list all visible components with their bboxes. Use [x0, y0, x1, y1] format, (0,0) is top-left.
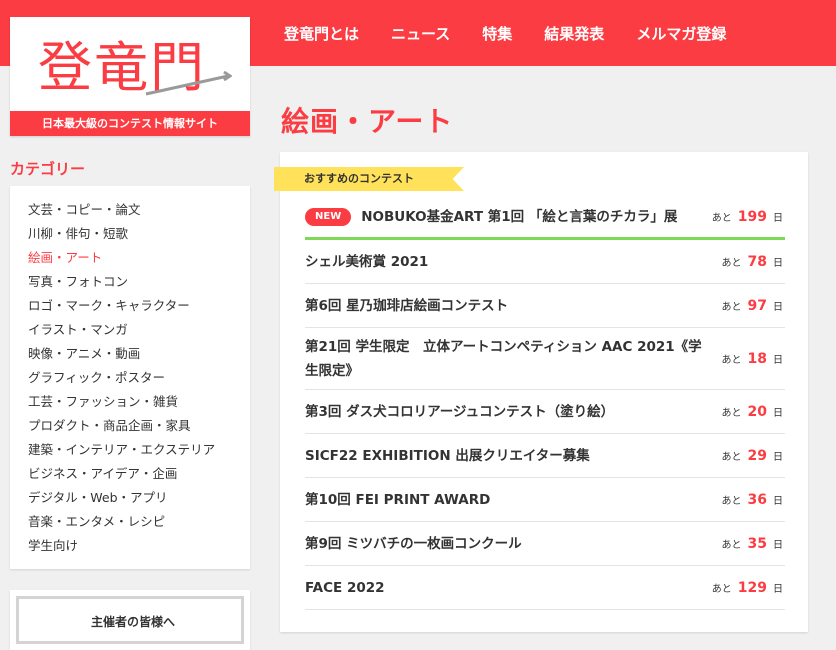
svg-text:登竜門: 登竜門: [38, 36, 206, 99]
contest-row[interactable]: FACE 2022 あと 129 日: [305, 566, 785, 610]
nav-item-newsletter[interactable]: メルマガ登録: [620, 23, 742, 44]
category-heading: カテゴリー: [10, 160, 86, 178]
days-remaining: あと 20 日: [721, 390, 785, 433]
contest-title-text: FACE 2022: [305, 579, 385, 596]
days-prefix: あと: [721, 258, 742, 269]
days-count: 78: [747, 253, 767, 270]
site-tagline: 日本最大級のコンテスト情報サイト: [10, 111, 250, 136]
category-list: 文芸・コピー・論文 川柳・俳句・短歌 絵画・アート 写真・フォトコン ロゴ・マーク・キャ…: [10, 186, 250, 558]
category-item[interactable]: 建築・インテリア・エクステリア: [28, 438, 250, 462]
days-remaining: あと 29 日: [721, 434, 785, 477]
nav-item-news[interactable]: ニュース: [375, 23, 466, 44]
recommended-ribbon: おすすめのコンテスト: [274, 167, 464, 191]
days-count: 199: [737, 208, 767, 225]
contest-title[interactable]: FACE 2022: [305, 576, 705, 600]
contest-row[interactable]: 第9回 ミツバチの一枚画コンクール あと 35 日: [305, 522, 785, 566]
contest-title-text: 第6回 星乃珈琲店絵画コンテスト: [305, 297, 509, 314]
category-item[interactable]: 工芸・ファッション・雑貨: [28, 390, 250, 414]
contest-title[interactable]: NEW NOBUKO基金ART 第1回 「絵と言葉のチカラ」展: [305, 205, 705, 229]
days-suffix: 日: [773, 302, 783, 313]
days-count: 97: [747, 297, 767, 314]
category-item[interactable]: グラフィック・ポスター: [28, 366, 250, 390]
days-remaining: あと 36 日: [721, 478, 785, 521]
contest-title-text: SICF22 EXHIBITION 出展クリエイター募集: [305, 447, 590, 464]
category-item[interactable]: 絵画・アート: [28, 246, 250, 270]
contest-title[interactable]: SICF22 EXHIBITION 出展クリエイター募集: [305, 444, 705, 468]
logo-mark-icon: 登竜門: [36, 32, 232, 100]
contest-title[interactable]: 第21回 学生限定 立体アートコンペティション AAC 2021《学生限定》: [305, 335, 705, 383]
days-prefix: あと: [721, 355, 742, 366]
category-item[interactable]: 川柳・俳句・短歌: [28, 222, 250, 246]
contest-title-text: 第9回 ミツバチの一枚画コンクール: [305, 535, 522, 552]
contest-title[interactable]: シェル美術賞 2021: [305, 250, 705, 274]
category-item[interactable]: イラスト・マンガ: [28, 318, 250, 342]
contest-title[interactable]: 第9回 ミツバチの一枚画コンクール: [305, 532, 705, 556]
page-title: 絵画・アート: [281, 105, 454, 138]
contest-row[interactable]: 第6回 星乃珈琲店絵画コンテスト あと 97 日: [305, 284, 785, 328]
contest-title-text: シェル美術賞 2021: [305, 253, 429, 270]
days-prefix: あと: [721, 408, 742, 419]
contest-list: NEW NOBUKO基金ART 第1回 「絵と言葉のチカラ」展 あと 199 日シェル美…: [305, 196, 785, 610]
contest-row[interactable]: SICF22 EXHIBITION 出展クリエイター募集 あと 29 日: [305, 434, 785, 478]
category-item[interactable]: 映像・アニメ・動画: [28, 342, 250, 366]
days-prefix: あと: [721, 540, 742, 551]
days-count: 29: [747, 447, 767, 464]
days-suffix: 日: [773, 540, 783, 551]
contest-title[interactable]: 第6回 星乃珈琲店絵画コンテスト: [305, 294, 705, 318]
organizer-link[interactable]: 主催者の皆様へ: [19, 613, 247, 630]
days-prefix: あと: [711, 584, 732, 595]
category-item[interactable]: 音楽・エンタメ・レシピ: [28, 510, 250, 534]
category-item[interactable]: 学生向け: [28, 534, 250, 558]
nav-item-results[interactable]: 結果発表: [528, 23, 620, 44]
days-prefix: あと: [721, 452, 742, 463]
organizer-frame: 主催者の皆様へ: [16, 596, 244, 644]
contest-title-text: 第10回 FEI PRINT AWARD: [305, 491, 491, 508]
days-remaining: あと 97 日: [721, 284, 785, 327]
days-count: 36: [747, 491, 767, 508]
days-remaining: あと 129 日: [712, 566, 785, 609]
days-suffix: 日: [773, 258, 783, 269]
contest-title-text: NOBUKO基金ART 第1回 「絵と言葉のチカラ」展: [361, 208, 678, 225]
category-panel: 文芸・コピー・論文 川柳・俳句・短歌 絵画・アート 写真・フォトコン ロゴ・マーク・キャ…: [10, 186, 250, 569]
organizer-panel[interactable]: 主催者の皆様へ: [10, 590, 250, 650]
days-count: 20: [747, 403, 767, 420]
category-item[interactable]: ビジネス・アイデア・企画: [28, 462, 250, 486]
days-remaining: あと 78 日: [721, 240, 785, 283]
category-item[interactable]: プロダクト・商品企画・家具: [28, 414, 250, 438]
site-logo[interactable]: 登竜門 日本最大級のコンテスト情報サイト: [10, 17, 250, 136]
category-item[interactable]: 写真・フォトコン: [28, 270, 250, 294]
days-prefix: あと: [711, 213, 732, 224]
nav-item-about[interactable]: 登竜門とは: [268, 23, 375, 44]
days-remaining: あと 35 日: [721, 522, 785, 565]
main-nav: 登竜門とは ニュース 特集 結果発表 メルマガ登録: [268, 0, 742, 66]
contest-title-text: 第21回 学生限定 立体アートコンペティション AAC 2021《学生限定》: [305, 338, 702, 379]
days-suffix: 日: [773, 213, 783, 224]
category-item[interactable]: デジタル・Web・アプリ: [28, 486, 250, 510]
category-item[interactable]: 文芸・コピー・論文: [28, 198, 250, 222]
days-remaining: あと 199 日: [712, 196, 785, 237]
days-suffix: 日: [773, 496, 783, 507]
contest-row[interactable]: 第3回 ダス犬コロリアージュコンテスト（塗り絵） あと 20 日: [305, 390, 785, 434]
contest-title[interactable]: 第10回 FEI PRINT AWARD: [305, 488, 705, 512]
contest-title[interactable]: 第3回 ダス犬コロリアージュコンテスト（塗り絵）: [305, 400, 705, 424]
new-badge: NEW: [305, 207, 352, 226]
days-prefix: あと: [721, 496, 742, 507]
contest-title-text: 第3回 ダス犬コロリアージュコンテスト（塗り絵）: [305, 403, 615, 420]
nav-item-features[interactable]: 特集: [466, 23, 528, 44]
category-item[interactable]: ロゴ・マーク・キャラクター: [28, 294, 250, 318]
contest-row[interactable]: NEW NOBUKO基金ART 第1回 「絵と言葉のチカラ」展 あと 199 日: [305, 196, 785, 240]
days-prefix: あと: [721, 302, 742, 313]
ribbon-label: おすすめのコンテスト: [304, 172, 414, 185]
days-remaining: あと 18 日: [721, 328, 785, 389]
days-suffix: 日: [773, 452, 783, 463]
days-suffix: 日: [773, 584, 783, 595]
contest-row[interactable]: シェル美術賞 2021 あと 78 日: [305, 240, 785, 284]
days-count: 129: [737, 579, 767, 596]
days-suffix: 日: [773, 355, 783, 366]
days-count: 18: [747, 350, 767, 367]
contest-row[interactable]: 第10回 FEI PRINT AWARD あと 36 日: [305, 478, 785, 522]
contest-row[interactable]: 第21回 学生限定 立体アートコンペティション AAC 2021《学生限定》 あと…: [305, 328, 785, 390]
days-count: 35: [747, 535, 767, 552]
days-suffix: 日: [773, 408, 783, 419]
